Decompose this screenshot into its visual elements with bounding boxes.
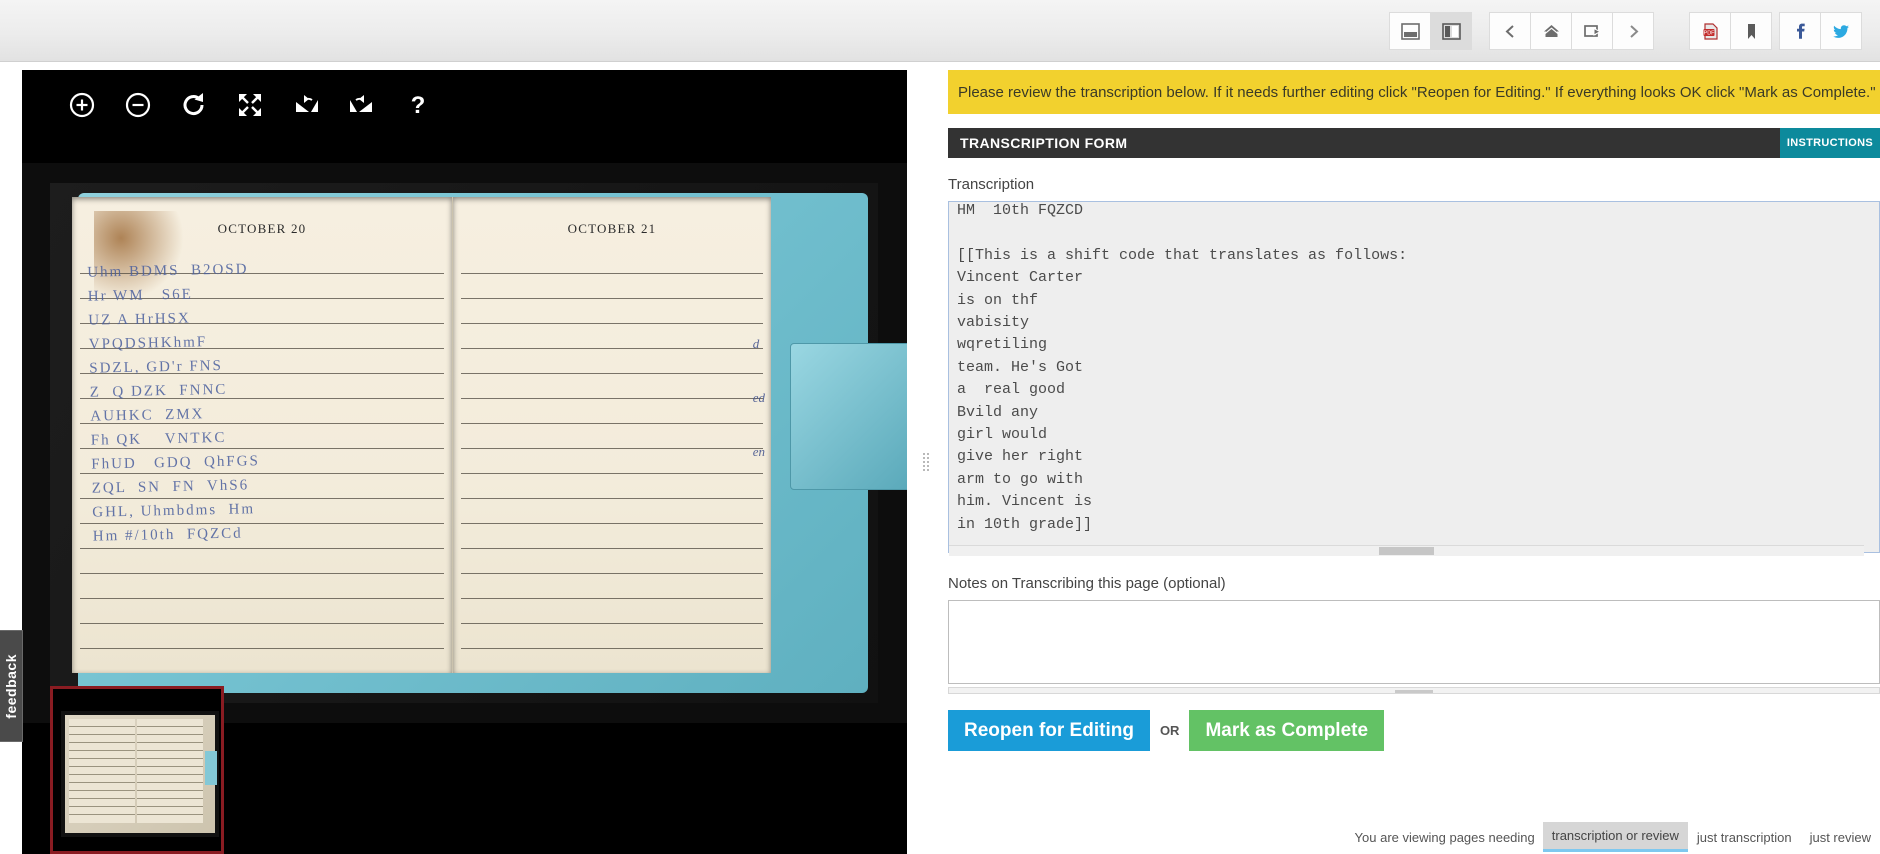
share-facebook-button[interactable] [1779, 12, 1821, 50]
feedback-tab[interactable]: feedback [0, 630, 23, 742]
share-twitter-button[interactable] [1820, 12, 1862, 50]
image-viewer[interactable]: ? OCTOBER 20 Uhm BDMS B2OSD Hr WM S6E UZ… [22, 70, 907, 854]
bookmark-button[interactable] [1730, 12, 1772, 50]
notes-textarea[interactable] [948, 600, 1880, 684]
zoom-out-icon[interactable] [110, 83, 166, 127]
rotate-icon[interactable] [166, 83, 222, 127]
flip-left-icon[interactable] [278, 83, 334, 127]
single-page-view-button[interactable] [1389, 12, 1431, 50]
notebook-flap [790, 343, 907, 490]
social-group [1779, 12, 1862, 50]
flip-right-icon[interactable] [334, 83, 390, 127]
feedback-label: feedback [3, 653, 19, 719]
notebook-photo[interactable]: OCTOBER 20 Uhm BDMS B2OSD Hr WM S6E UZ A… [22, 163, 907, 723]
review-notice: Please review the transcription below. I… [948, 70, 1880, 114]
filter-just-transcription[interactable]: just transcription [1688, 824, 1801, 851]
instructions-button[interactable]: INSTRUCTIONS [1779, 128, 1880, 158]
home-button[interactable] [1530, 12, 1572, 50]
notebook-page-right: OCTOBER 21 d ed en [453, 197, 771, 673]
navigation-group [1489, 12, 1654, 50]
previous-page-button[interactable] [1489, 12, 1531, 50]
transcription-input-wrap [948, 201, 1880, 557]
transcription-label: Transcription [948, 176, 1035, 193]
form-title: TRANSCRIPTION FORM [960, 135, 1128, 151]
margin-annotation: en [752, 444, 765, 459]
zoom-in-icon[interactable] [54, 83, 110, 127]
jump-to-page-button[interactable] [1571, 12, 1613, 50]
export-group: PDF [1689, 12, 1772, 50]
thumbnail-flap [205, 751, 217, 785]
filter-label: You are viewing pages needing [1354, 829, 1535, 845]
question-mark-icon[interactable]: ? [390, 83, 446, 127]
transcription-form-header: TRANSCRIPTION FORM INSTRUCTIONS [948, 128, 1880, 158]
next-page-button[interactable] [1612, 12, 1654, 50]
thumbnail-navigator[interactable] [50, 686, 224, 854]
notes-resize-handle[interactable] [948, 687, 1880, 694]
expand-arrows-icon[interactable] [222, 83, 278, 127]
splitter-grip-icon [921, 452, 931, 472]
svg-text:?: ? [411, 92, 426, 119]
viewer-toolbar: ? [22, 70, 907, 140]
page-right-rules [461, 249, 763, 667]
panel-splitter[interactable] [915, 70, 937, 854]
open-notebook: OCTOBER 20 Uhm BDMS B2OSD Hr WM S6E UZ A… [50, 183, 907, 703]
filter-transcription-or-review[interactable]: transcription or review [1542, 822, 1688, 852]
page-right-heading: OCTOBER 21 [567, 221, 657, 236]
thumbnail-page-left [69, 719, 135, 823]
filter-just-review[interactable]: just review [1801, 824, 1880, 851]
or-separator: OR [1159, 723, 1180, 738]
view-mode-group [1389, 12, 1472, 50]
margin-annotation: ed [752, 390, 765, 405]
svg-text:PDF: PDF [1703, 30, 1714, 36]
download-pdf-button[interactable]: PDF [1689, 12, 1731, 50]
margin-annotation: d [752, 336, 760, 351]
page-filter-bar: You are viewing pages needing transcript… [1355, 822, 1880, 852]
form-actions: Reopen for Editing OR Mark as Complete [948, 710, 1880, 751]
notebook-page-left: OCTOBER 20 Uhm BDMS B2OSD Hr WM S6E UZ A… [72, 197, 453, 673]
notes-label: Notes on Transcribing this page (optiona… [948, 575, 1226, 592]
transcription-panel: Please review the transcription below. I… [948, 70, 1880, 854]
top-toolbar: PDF [0, 0, 1880, 62]
page-root: PDF ? OCTOBER 20 Uhm BDMS B2OSD Hr WM S6… [0, 0, 1880, 854]
transcription-textarea[interactable] [948, 201, 1880, 553]
transcription-hscroll-thumb[interactable] [1379, 547, 1434, 555]
split-page-view-button[interactable] [1430, 12, 1472, 50]
thumbnail-image [61, 711, 219, 837]
thumbnail-page-right [137, 719, 203, 823]
transcription-horizontal-scrollbar[interactable] [949, 545, 1864, 556]
margin-annotations: d ed en [753, 317, 765, 479]
reopen-for-editing-button[interactable]: Reopen for Editing [948, 710, 1150, 751]
mark-as-complete-button[interactable]: Mark as Complete [1189, 710, 1385, 751]
handwritten-code-text: Uhm BDMS B2OSD Hr WM S6E UZ A HrHSX VPQD… [87, 261, 261, 545]
